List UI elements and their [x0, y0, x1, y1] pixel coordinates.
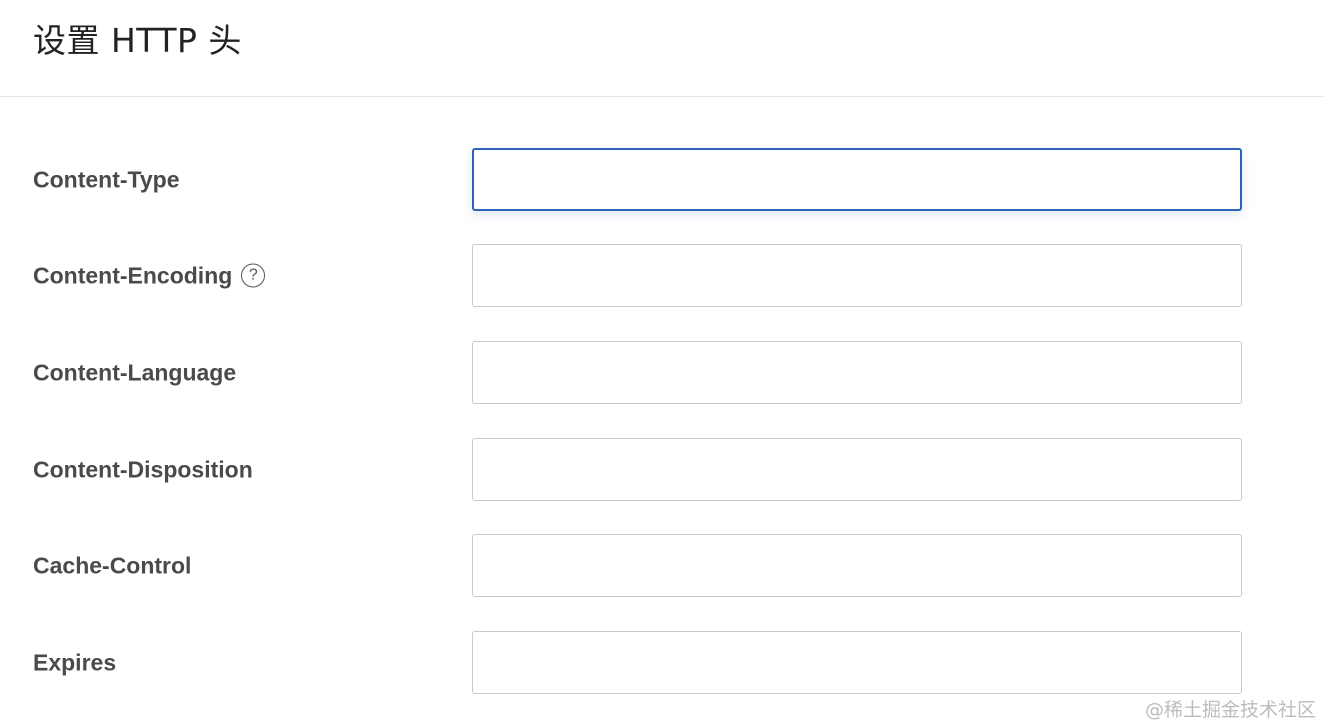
field-row-expires: Expires — [0, 631, 1324, 694]
content-disposition-label: Content-Disposition — [33, 456, 253, 482]
expires-label: Expires — [33, 649, 117, 675]
content-encoding-label: Content-Encoding ? — [33, 262, 266, 289]
content-type-input[interactable] — [472, 148, 1242, 211]
content-disposition-input[interactable] — [472, 438, 1242, 501]
http-headers-dialog: 设置 HTTP 头 Content-Type Content-Encoding … — [0, 0, 1324, 726]
dialog-header: 设置 HTTP 头 — [0, 0, 1324, 97]
content-encoding-input[interactable] — [472, 244, 1242, 307]
content-language-input[interactable] — [472, 341, 1242, 404]
field-row-cache-control: Cache-Control — [0, 534, 1324, 597]
field-row-content-type: Content-Type — [0, 148, 1324, 211]
content-language-label: Content-Language — [33, 359, 237, 385]
field-row-content-disposition: Content-Disposition — [0, 438, 1324, 501]
cache-control-label: Cache-Control — [33, 552, 192, 578]
question-circle-icon[interactable]: ? — [241, 263, 266, 288]
content-type-label: Content-Type — [33, 166, 180, 192]
expires-input[interactable] — [472, 631, 1242, 694]
dialog-title: 设置 HTTP 头 — [33, 21, 242, 60]
field-row-content-language: Content-Language — [0, 341, 1324, 404]
cache-control-input[interactable] — [472, 534, 1242, 597]
field-row-content-encoding: Content-Encoding ? — [0, 244, 1324, 307]
watermark: @稀土掘金技术社区 — [1144, 699, 1316, 721]
